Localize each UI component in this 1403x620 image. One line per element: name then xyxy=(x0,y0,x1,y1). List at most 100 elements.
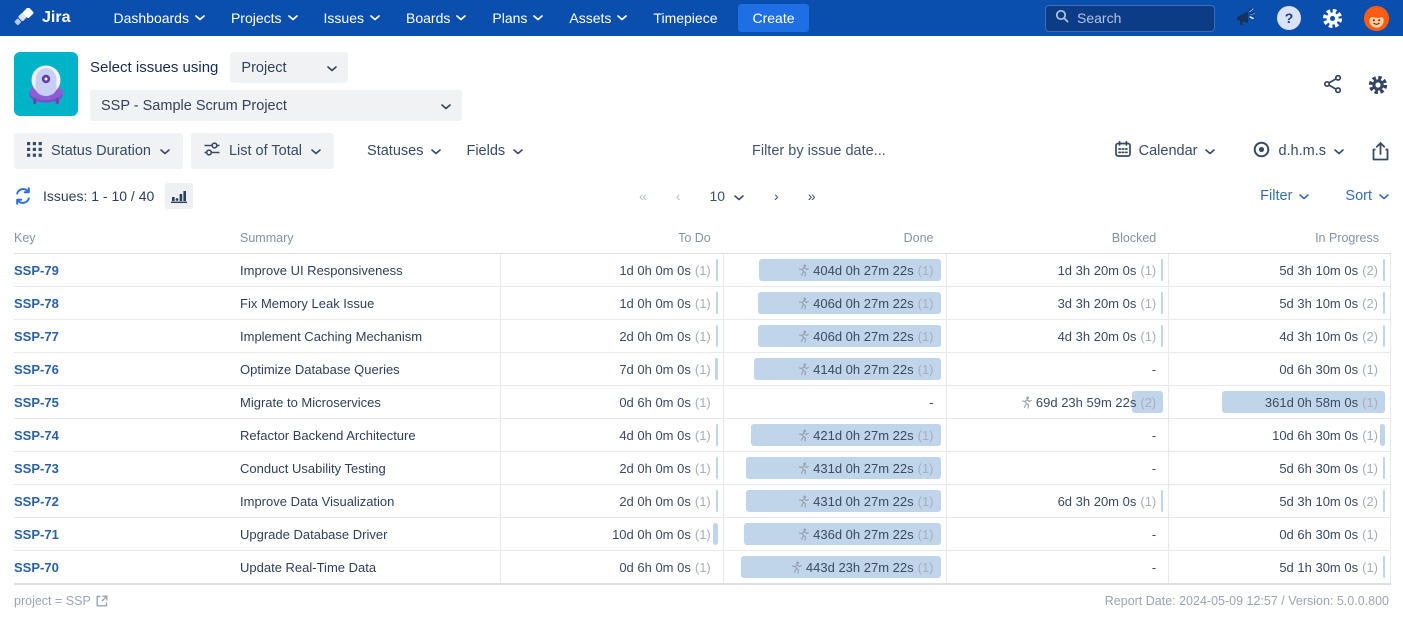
pagination-controls: « ‹ 10 › » xyxy=(193,188,1260,204)
duration-content: 443d 23h 27m 22s(1) xyxy=(790,560,934,575)
report-type-dropdown[interactable]: Status Duration xyxy=(14,133,183,169)
issue-key-link[interactable]: SSP-79 xyxy=(14,263,59,278)
duration-bar xyxy=(1161,259,1163,281)
page-size-select[interactable]: 10 xyxy=(709,188,744,204)
list-mode-value: List of Total xyxy=(229,143,302,159)
column-header-summary[interactable]: Summary xyxy=(240,223,500,253)
empty-duration: - xyxy=(1152,461,1156,476)
nav-item-projects[interactable]: Projects xyxy=(218,0,311,36)
prev-page-button[interactable]: ‹ xyxy=(676,188,680,204)
duration-cell-done: 414d 0h 27m 22s(1) xyxy=(723,353,946,385)
duration-bar xyxy=(1383,457,1385,479)
jira-logo-icon xyxy=(14,8,35,29)
filter-label: Filter xyxy=(1260,188,1292,204)
transition-count: (1) xyxy=(695,494,711,509)
issue-key-link[interactable]: SSP-73 xyxy=(14,461,59,476)
settings-gear-icon[interactable] xyxy=(1321,7,1344,30)
announcements-icon[interactable] xyxy=(1235,8,1257,28)
duration-cell-to-do: 2d 0h 0m 0s(1) xyxy=(500,452,723,484)
column-header-in-progress[interactable]: In Progress xyxy=(1168,223,1391,253)
issue-source-select[interactable]: Project xyxy=(230,52,348,83)
chevron-down-icon xyxy=(327,60,337,76)
nav-item-plans[interactable]: Plans xyxy=(479,0,556,36)
column-header-done[interactable]: Done xyxy=(723,223,946,253)
jira-brand[interactable]: Jira xyxy=(14,8,70,29)
page-size-value: 10 xyxy=(709,188,725,204)
duration-content: 2d 0h 0m 0s(1) xyxy=(619,461,710,476)
project-select-value: SSP - Sample Scrum Project xyxy=(101,98,287,114)
duration-content: 436d 0h 27m 22s(1) xyxy=(797,527,933,542)
issue-key-link[interactable]: SSP-74 xyxy=(14,428,59,443)
duration-value: 361d 0h 58m 0s xyxy=(1265,395,1358,410)
transition-count: (1) xyxy=(918,263,934,278)
sort-dropdown[interactable]: Sort xyxy=(1345,188,1389,204)
duration-content: 4d 3h 20m 0s(1) xyxy=(1058,329,1157,344)
search-input[interactable] xyxy=(1077,10,1197,26)
duration-bar xyxy=(713,523,718,545)
issue-key-cell: SSP-75 xyxy=(14,386,240,418)
chevron-down-icon xyxy=(1299,188,1309,204)
first-page-button[interactable]: « xyxy=(639,188,646,204)
table-row-ssp-72: SSP-72Improve Data Visualization2d 0h 0m… xyxy=(14,485,1391,518)
runner-icon xyxy=(797,363,809,376)
issue-key-link[interactable]: SSP-75 xyxy=(14,395,59,410)
last-page-button[interactable]: » xyxy=(808,188,815,204)
table-row-ssp-78: SSP-78Fix Memory Leak Issue1d 0h 0m 0s(1… xyxy=(14,287,1391,320)
table-row-ssp-79: SSP-79Improve UI Responsiveness1d 0h 0m … xyxy=(14,254,1391,287)
external-link-icon[interactable] xyxy=(96,595,108,607)
duration-content: 5d 3h 10m 0s(2) xyxy=(1279,494,1378,509)
duration-value: 406d 0h 27m 22s xyxy=(813,329,913,344)
transition-count: (1) xyxy=(695,560,711,575)
runner-icon xyxy=(790,561,802,574)
nav-item-assets[interactable]: Assets xyxy=(556,0,640,36)
issue-key-cell: SSP-79 xyxy=(14,254,240,286)
calendar-dropdown[interactable]: Calendar xyxy=(1115,141,1216,161)
time-format-dropdown[interactable]: d.h.m.s xyxy=(1253,141,1344,162)
column-header-key[interactable]: Key xyxy=(14,223,240,253)
duration-cell-done: 404d 0h 27m 22s(1) xyxy=(723,254,946,286)
duration-cell-in-progress: 5d 3h 10m 0s(2) xyxy=(1168,287,1391,319)
user-avatar[interactable] xyxy=(1364,6,1389,31)
duration-cell-blocked: 3d 3h 20m 0s(1) xyxy=(946,287,1169,319)
fields-dropdown[interactable]: Fields xyxy=(466,143,523,159)
transition-count: (1) xyxy=(1140,296,1156,311)
create-button[interactable]: Create xyxy=(738,4,808,32)
global-search[interactable] xyxy=(1045,5,1215,32)
filter-dropdown[interactable]: Filter xyxy=(1260,188,1309,204)
chart-view-button[interactable] xyxy=(165,183,193,209)
issue-key-cell: SSP-71 xyxy=(14,518,240,550)
column-header-to-do[interactable]: To Do xyxy=(500,223,723,253)
report-settings-gear-icon[interactable] xyxy=(1367,74,1389,96)
issue-key-link[interactable]: SSP-70 xyxy=(14,560,59,575)
project-select[interactable]: SSP - Sample Scrum Project xyxy=(90,90,462,121)
next-page-button[interactable]: › xyxy=(774,188,778,204)
duration-cell-blocked: - xyxy=(946,353,1169,385)
duration-value: 1d 0h 0m 0s xyxy=(619,263,691,278)
issue-key-link[interactable]: SSP-72 xyxy=(14,494,59,509)
transition-count: (1) xyxy=(695,428,711,443)
duration-content: 1d 0h 0m 0s(1) xyxy=(619,296,710,311)
issue-key-link[interactable]: SSP-71 xyxy=(14,527,59,542)
nav-item-boards[interactable]: Boards xyxy=(393,0,479,36)
duration-value: 69d 23h 59m 22s xyxy=(1036,395,1136,410)
duration-value: 4d 0h 0m 0s xyxy=(619,428,691,443)
issue-summary-cell: Conduct Usability Testing xyxy=(240,452,500,484)
nav-item-dashboards[interactable]: Dashboards xyxy=(100,0,218,36)
nav-item-issues[interactable]: Issues xyxy=(311,0,393,36)
statuses-dropdown[interactable]: Statuses xyxy=(367,143,441,159)
transition-count: (1) xyxy=(1362,461,1378,476)
nav-item-label: Dashboards xyxy=(113,10,189,26)
refresh-icon[interactable] xyxy=(14,187,32,205)
nav-item-timepiece[interactable]: Timepiece xyxy=(640,0,730,36)
issue-key-link[interactable]: SSP-77 xyxy=(14,329,59,344)
list-mode-dropdown[interactable]: List of Total xyxy=(191,133,334,169)
export-icon[interactable] xyxy=(1372,142,1389,161)
duration-value: 2d 0h 0m 0s xyxy=(619,329,691,344)
duration-value: 4d 3h 10m 0s xyxy=(1279,329,1358,344)
issue-date-filter-input[interactable]: Filter by issue date... xyxy=(752,143,886,159)
issue-key-link[interactable]: SSP-76 xyxy=(14,362,59,377)
column-header-blocked[interactable]: Blocked xyxy=(946,223,1169,253)
share-icon[interactable] xyxy=(1323,74,1343,94)
issue-key-link[interactable]: SSP-78 xyxy=(14,296,59,311)
help-icon[interactable]: ? xyxy=(1277,6,1301,30)
